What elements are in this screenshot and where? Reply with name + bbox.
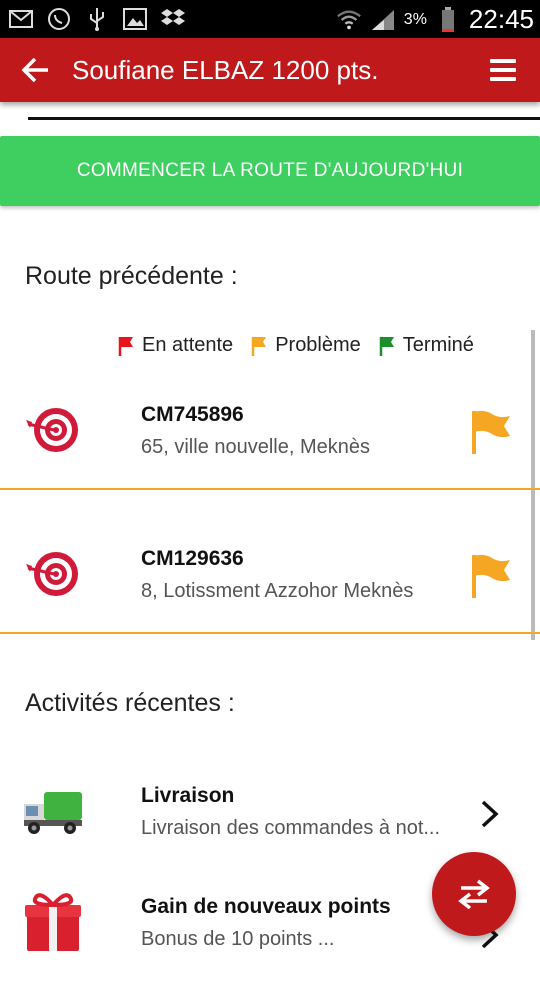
activity-subtitle: Bonus de 10 points ... <box>141 928 335 950</box>
activity-title: Gain de nouveaux points <box>141 895 391 918</box>
activity-subtitle: Livraison des commandes à not... <box>141 817 441 839</box>
battery-percent: 3% <box>403 10 427 28</box>
start-route-button[interactable]: COMMENCER LA ROUTE D'AUJOURD'HUI <box>0 136 540 206</box>
gift-icon <box>24 891 82 953</box>
clock: 22:45 <box>468 4 534 34</box>
legend-done-label: Terminé <box>402 334 474 356</box>
back-arrow-icon[interactable] <box>18 52 54 88</box>
target-icon <box>24 546 80 602</box>
recent-activities-title: Activités récentes : <box>25 689 235 717</box>
route-address: 8, Lotissment Azzohor Meknès <box>141 580 414 602</box>
legend-pending: En attente <box>118 334 233 357</box>
signal-icon <box>370 7 396 33</box>
swap-fab-button[interactable] <box>432 852 516 936</box>
mail-icon <box>8 6 34 32</box>
legend-problem-label: Problème <box>275 334 361 356</box>
route-separator <box>0 488 540 490</box>
orange-flag-icon <box>251 336 267 356</box>
battery-icon <box>435 6 461 33</box>
dropbox-icon <box>160 6 186 32</box>
green-flag-icon <box>379 336 394 356</box>
status-legend: En attente Problème Terminé <box>118 334 474 357</box>
system-icons: 3% 22:45 <box>336 4 534 35</box>
status-flag-icon <box>468 408 512 456</box>
page-title: Soufiane ELBAZ 1200 pts. <box>72 55 379 85</box>
activity-title: Livraison <box>141 784 235 807</box>
previous-route-title: Route précédente : <box>25 262 238 290</box>
red-flag-icon <box>118 336 133 356</box>
app-bar: Soufiane ELBAZ 1200 pts. <box>0 38 540 102</box>
status-flag-icon <box>468 552 512 600</box>
route-code: CM129636 <box>141 547 244 570</box>
chevron-right-icon[interactable] <box>478 798 502 830</box>
top-divider <box>28 117 540 120</box>
legend-done: Terminé <box>379 334 474 357</box>
truck-icon <box>22 786 84 838</box>
target-icon <box>24 402 80 458</box>
wifi-icon <box>336 7 362 33</box>
swap-arrows-icon <box>458 879 490 909</box>
route-separator <box>0 632 540 634</box>
hamburger-menu-icon[interactable] <box>488 56 518 84</box>
usb-icon <box>84 6 110 32</box>
notification-icons <box>8 6 186 32</box>
status-bar: 3% 22:45 <box>0 0 540 38</box>
route-item[interactable]: CM745896 65, ville nouvelle, Meknès <box>0 388 540 532</box>
legend-problem: Problème <box>251 334 361 357</box>
route-item[interactable]: CM129636 8, Lotissment Azzohor Meknès <box>0 532 540 676</box>
legend-pending-label: En attente <box>142 334 234 356</box>
route-address: 65, ville nouvelle, Meknès <box>141 436 371 458</box>
whatsapp-icon <box>46 6 72 32</box>
route-code: CM745896 <box>141 403 244 426</box>
image-icon <box>122 6 148 32</box>
